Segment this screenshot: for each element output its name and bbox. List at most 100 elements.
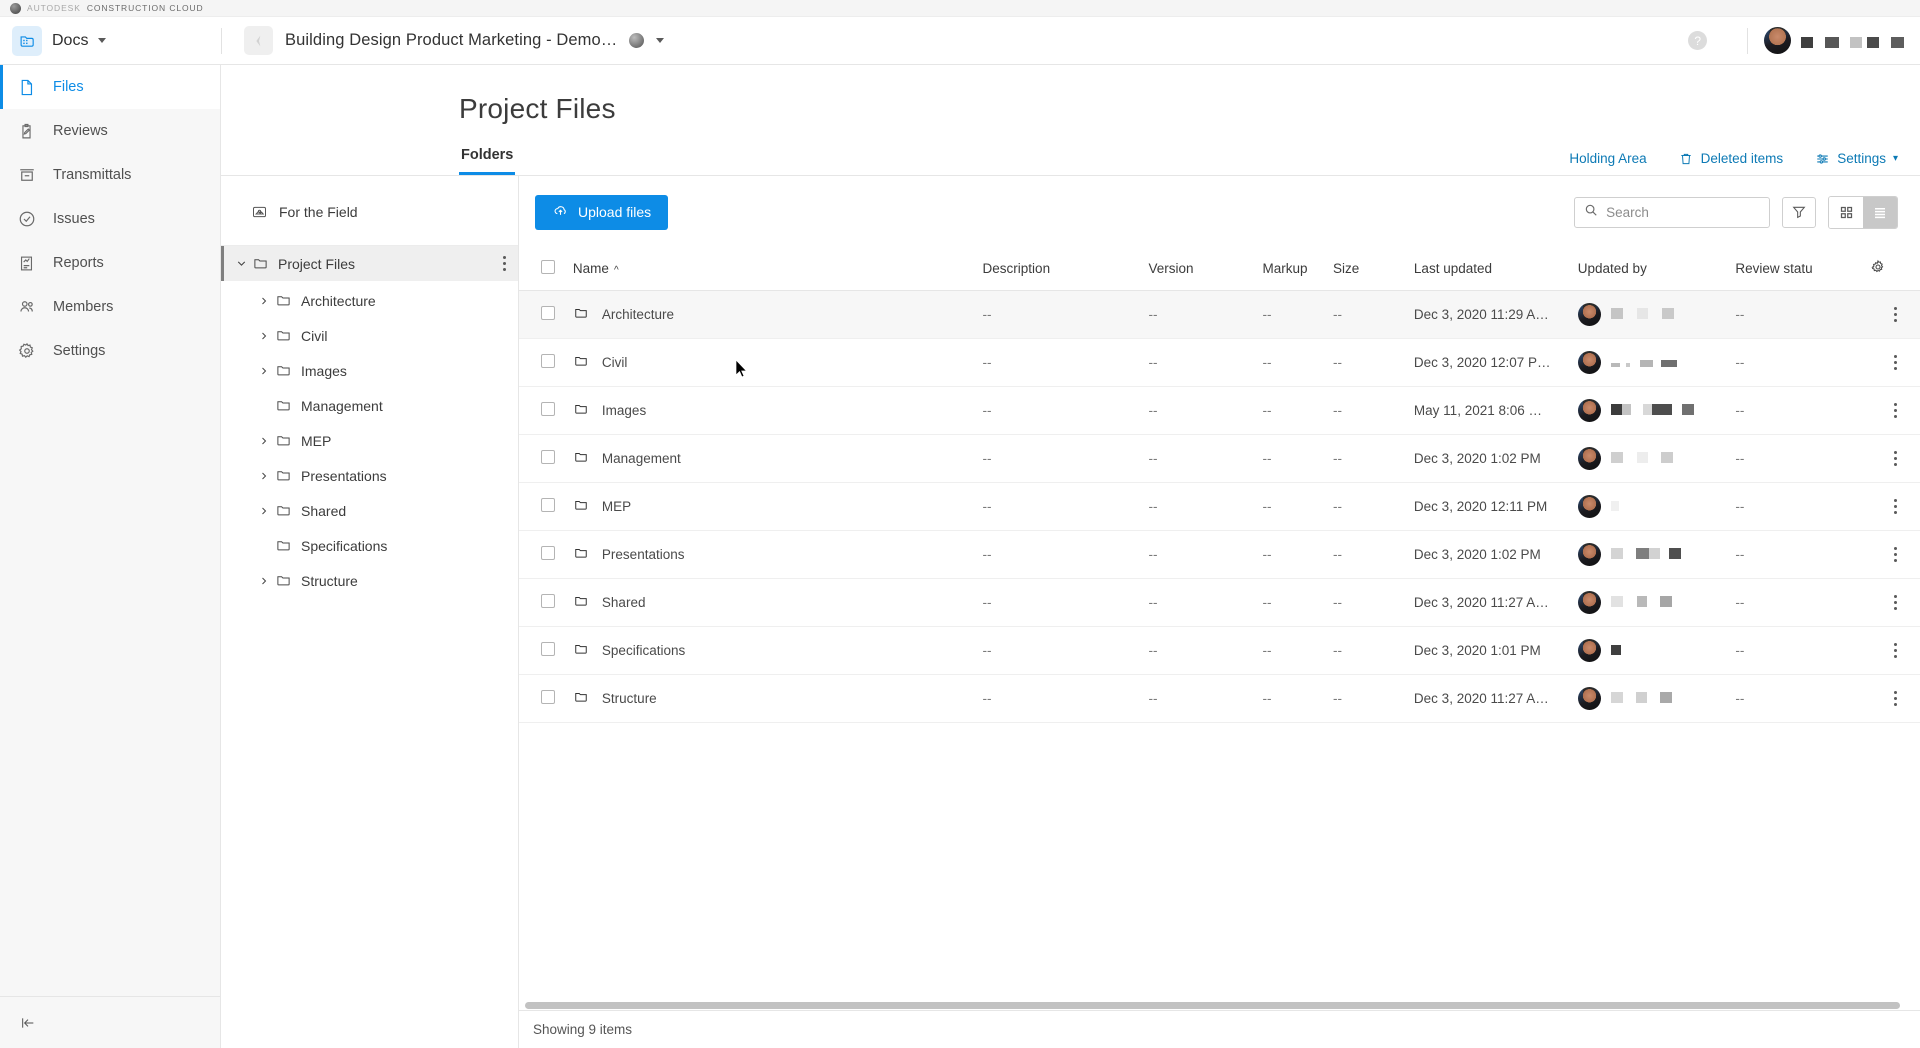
tree-item-shared[interactable]: Shared bbox=[221, 493, 518, 528]
chevron-right-icon[interactable] bbox=[253, 500, 275, 522]
sidebar-item-reports[interactable]: Reports bbox=[0, 241, 220, 285]
help-icon[interactable]: ? bbox=[1688, 31, 1708, 50]
row-checkbox[interactable] bbox=[541, 545, 555, 560]
sidebar-item-issues[interactable]: Issues bbox=[0, 197, 220, 241]
column-header-last-updated[interactable]: Last updated bbox=[1413, 248, 1578, 291]
chevron-right-icon[interactable] bbox=[253, 325, 275, 347]
tree-item-mep[interactable]: MEP bbox=[221, 423, 518, 458]
row-checkbox[interactable] bbox=[541, 305, 555, 320]
search-input[interactable] bbox=[1606, 204, 1761, 220]
list-view-button[interactable] bbox=[1863, 196, 1898, 228]
column-header-name[interactable]: Name ^ bbox=[572, 248, 983, 291]
project-selector[interactable]: Building Design Product Marketing - Demo… bbox=[222, 26, 665, 55]
deleted-items-link[interactable]: Deleted items bbox=[1679, 151, 1783, 166]
row-select-cell[interactable] bbox=[519, 482, 573, 531]
row-checkbox[interactable] bbox=[541, 449, 555, 464]
tree-item-presentations[interactable]: Presentations bbox=[221, 458, 518, 493]
table-row[interactable]: MEP -- -- -- -- Dec 3, 2020 12:11 PM -- bbox=[519, 482, 1920, 531]
column-header-review-status[interactable]: Review statu bbox=[1735, 248, 1871, 291]
row-checkbox[interactable] bbox=[541, 401, 555, 416]
chevron-right-icon[interactable] bbox=[253, 570, 275, 592]
column-header-description[interactable]: Description bbox=[982, 248, 1149, 291]
collapse-nav-button[interactable] bbox=[0, 996, 220, 1048]
table-row[interactable]: Architecture -- -- -- -- Dec 3, 2020 11:… bbox=[519, 290, 1920, 339]
row-more-options[interactable] bbox=[1870, 290, 1920, 339]
row-checkbox[interactable] bbox=[541, 497, 555, 512]
cell-name[interactable]: Management bbox=[572, 434, 983, 483]
cell-name[interactable]: Civil bbox=[572, 338, 983, 387]
row-select-cell[interactable] bbox=[519, 338, 573, 387]
row-checkbox[interactable] bbox=[541, 593, 555, 608]
column-header-size[interactable]: Size bbox=[1333, 248, 1414, 291]
search-box[interactable] bbox=[1574, 196, 1771, 228]
filter-button[interactable] bbox=[1782, 196, 1817, 228]
row-select-cell[interactable] bbox=[519, 434, 573, 483]
row-select-cell[interactable] bbox=[519, 290, 573, 339]
table-row[interactable]: Images -- -- -- -- May 11, 2021 8:06 … -… bbox=[519, 386, 1920, 435]
tree-item-structure[interactable]: Structure bbox=[221, 563, 518, 598]
row-select-cell[interactable] bbox=[519, 626, 573, 675]
settings-menu[interactable]: Settings ▾ bbox=[1815, 151, 1898, 166]
column-header-updated-by[interactable]: Updated by bbox=[1577, 248, 1736, 291]
row-more-options[interactable] bbox=[1870, 482, 1920, 531]
select-all-checkbox[interactable] bbox=[541, 260, 555, 275]
column-header-version[interactable]: Version bbox=[1148, 248, 1263, 291]
cell-name[interactable]: Structure bbox=[572, 674, 983, 723]
row-more-options[interactable] bbox=[1870, 578, 1920, 627]
row-more-options[interactable] bbox=[1870, 434, 1920, 483]
chevron-down-icon[interactable] bbox=[230, 253, 252, 275]
sidebar-item-files[interactable]: Files bbox=[0, 65, 220, 109]
table-row[interactable]: Presentations -- -- -- -- Dec 3, 2020 1:… bbox=[519, 530, 1920, 579]
cell-name[interactable]: Specifications bbox=[572, 626, 983, 675]
tree-item-specifications[interactable]: Specifications bbox=[221, 528, 518, 563]
tree-item-project-files[interactable]: Project Files bbox=[221, 246, 518, 281]
cell-name[interactable]: Shared bbox=[572, 578, 983, 627]
row-more-options[interactable] bbox=[1870, 626, 1920, 675]
row-more-options[interactable] bbox=[1870, 674, 1920, 723]
sidebar-item-transmittals[interactable]: Transmittals bbox=[0, 153, 220, 197]
select-all-header[interactable] bbox=[519, 248, 573, 291]
row-checkbox[interactable] bbox=[541, 689, 555, 704]
chevron-right-icon[interactable] bbox=[253, 290, 275, 312]
cell-name[interactable]: MEP bbox=[572, 482, 983, 531]
row-more-options[interactable] bbox=[1870, 530, 1920, 579]
user-avatar[interactable] bbox=[1764, 27, 1792, 54]
row-select-cell[interactable] bbox=[519, 674, 573, 723]
tree-item-for-the-field[interactable]: For the Field bbox=[221, 194, 518, 229]
table-row[interactable]: Specifications -- -- -- -- Dec 3, 2020 1… bbox=[519, 626, 1920, 675]
cell-name[interactable]: Images bbox=[572, 386, 983, 435]
sidebar-item-reviews[interactable]: Reviews bbox=[0, 109, 220, 153]
table-row[interactable]: Civil -- -- -- -- Dec 3, 2020 12:07 P… -… bbox=[519, 338, 1920, 387]
tab-folders[interactable]: Folders bbox=[459, 147, 516, 175]
tree-item-architecture[interactable]: Architecture bbox=[221, 283, 518, 318]
tree-item-civil[interactable]: Civil bbox=[221, 318, 518, 353]
column-header-markup[interactable]: Markup bbox=[1262, 248, 1334, 291]
tree-item-more-options[interactable] bbox=[503, 256, 506, 271]
row-select-cell[interactable] bbox=[519, 530, 573, 579]
holding-area-link[interactable]: Holding Area bbox=[1569, 151, 1646, 166]
project-chevron-down-icon[interactable] bbox=[656, 38, 665, 43]
row-checkbox[interactable] bbox=[541, 353, 555, 368]
row-checkbox[interactable] bbox=[541, 641, 555, 656]
upload-files-button[interactable]: Upload files bbox=[535, 194, 669, 230]
row-select-cell[interactable] bbox=[519, 386, 573, 435]
chevron-right-icon[interactable] bbox=[253, 360, 275, 382]
table-row[interactable]: Management -- -- -- -- Dec 3, 2020 1:02 … bbox=[519, 434, 1920, 483]
column-settings-header[interactable] bbox=[1870, 248, 1920, 291]
table-gear-icon[interactable] bbox=[1870, 260, 1886, 278]
chevron-right-icon[interactable] bbox=[253, 465, 275, 487]
app-switcher[interactable]: Docs bbox=[0, 17, 221, 64]
grid-view-button[interactable] bbox=[1829, 196, 1864, 228]
tree-item-management[interactable]: Management bbox=[221, 388, 518, 423]
table-row[interactable]: Shared -- -- -- -- Dec 3, 2020 11:27 A… … bbox=[519, 578, 1920, 627]
sidebar-item-members[interactable]: Members bbox=[0, 285, 220, 329]
scrollbar-thumb[interactable] bbox=[525, 1001, 1901, 1009]
row-more-options[interactable] bbox=[1870, 386, 1920, 435]
table-row[interactable]: Structure -- -- -- -- Dec 3, 2020 11:27 … bbox=[519, 674, 1920, 723]
cell-name[interactable]: Presentations bbox=[572, 530, 983, 579]
cell-name[interactable]: Architecture bbox=[572, 290, 983, 339]
row-select-cell[interactable] bbox=[519, 578, 573, 627]
chevron-right-icon[interactable] bbox=[253, 430, 275, 452]
sidebar-item-settings[interactable]: Settings bbox=[0, 329, 220, 373]
row-more-options[interactable] bbox=[1870, 338, 1920, 387]
